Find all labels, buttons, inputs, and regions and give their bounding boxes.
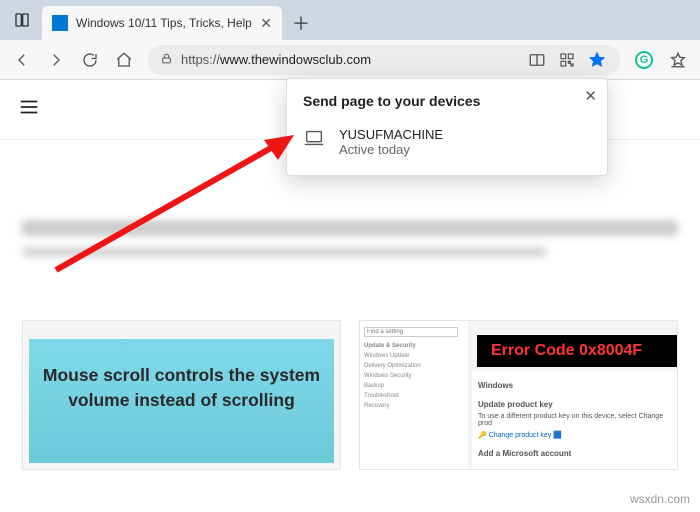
reader-mode-icon[interactable] [526,49,548,71]
article-card-error-code[interactable]: Update & Security Windows Update Deliver… [359,320,678,470]
settings-main-thumb: Windows Update product key To use a diff… [472,371,677,469]
qr-code-icon[interactable] [556,49,578,71]
back-button[interactable] [6,44,38,76]
device-status: Active today [339,142,443,157]
error-code-banner: Error Code 0x8004F [477,335,677,367]
address-bar[interactable]: https://www.thewindowsclub.com [148,45,620,75]
device-item[interactable]: YUSUFMACHINE Active today [303,123,591,161]
watermark: wsxdn.com [630,492,690,506]
grammarly-extension-icon[interactable]: G [628,44,660,76]
favorites-bar-icon[interactable] [662,44,694,76]
reload-button[interactable] [74,44,106,76]
settings-sidebar-thumb: Update & Security Windows Update Deliver… [360,321,468,469]
tab-manager-button[interactable] [6,4,38,36]
tab-title: Windows 10/11 Tips, Tricks, Help [76,16,254,30]
browser-tab[interactable]: Windows 10/11 Tips, Tricks, Help ✕ [42,6,282,40]
hamburger-menu-icon[interactable] [18,96,40,123]
home-button[interactable] [108,44,140,76]
popup-title: Send page to your devices [303,93,591,109]
favicon-icon [52,15,68,31]
blurred-ad-banner [22,220,678,290]
send-to-devices-popup: ✕ Send page to your devices YUSUFMACHINE… [286,78,608,176]
article-card-mouse-scroll[interactable]: Mouse scroll controls the system volume … [22,320,341,470]
laptop-icon [303,127,325,154]
popup-close-button[interactable]: ✕ [584,87,597,105]
device-name: YUSUFMACHINE [339,127,443,142]
lock-icon [160,52,173,68]
favorite-star-icon[interactable] [586,49,608,71]
card-title: Mouse scroll controls the system volume … [37,363,326,412]
url-text: https://www.thewindowsclub.com [181,52,371,67]
tab-close-button[interactable]: ✕ [260,15,272,32]
forward-button[interactable] [40,44,72,76]
new-tab-button[interactable]: ＋ [286,8,316,38]
settings-search-thumb [364,327,458,337]
